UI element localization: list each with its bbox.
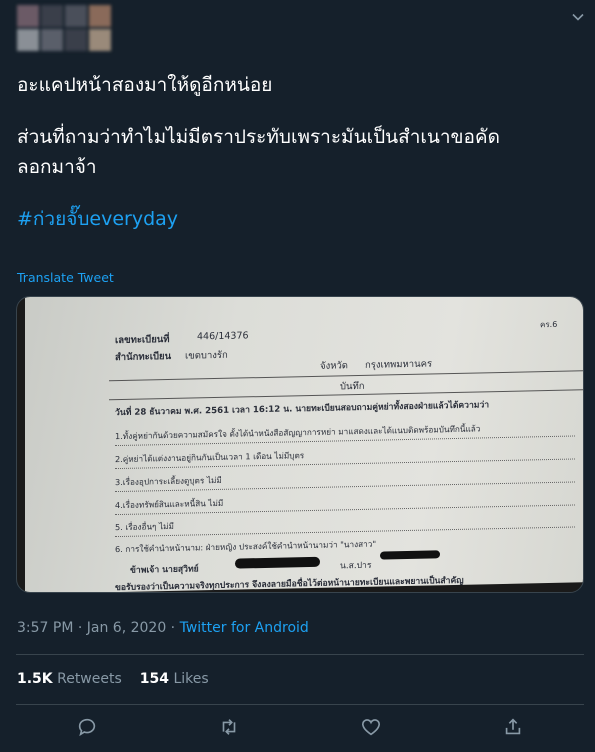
doc-signer-line: ข้าพเจ้า นายสุวิทย์ <box>130 564 199 576</box>
share-icon[interactable] <box>502 716 528 742</box>
doc-item-2: 2.คู่หย่าได้แต่งงานอยู่กินกันเป็นเวลา 1 … <box>115 450 305 465</box>
blurred-user-header[interactable] <box>16 4 128 52</box>
retweets-stat[interactable]: 1.5K Retweets <box>17 671 122 687</box>
likes-label: Likes <box>173 671 209 687</box>
redaction-scribble <box>235 556 320 569</box>
doc-province-label: จังหวัด <box>320 360 348 372</box>
doc-item-5: 5. เรื่องอื่นๆ ไม่มี <box>115 520 174 533</box>
document-photo: เลขทะเบียนที่ 446/14376 คร.6 สำนักทะเบีย… <box>25 297 583 592</box>
doc-reg-label: เลขทะเบียนที่ <box>115 333 170 347</box>
doc-item-3: 3.เรื่องอุปการะเลี้ยงดูบุตร ไม่มี <box>115 474 222 488</box>
likes-count: 154 <box>139 671 170 687</box>
tweet-text: อะแคปหน้าสองมาให้ดูอีกหน่อย ส่วนที่ถามว่… <box>17 70 577 234</box>
heart-icon[interactable] <box>360 716 386 742</box>
chevron-down-icon[interactable] <box>568 10 588 30</box>
doc-record-heading: บันทึก <box>340 380 365 393</box>
tweet-source-link[interactable]: Twitter for Android <box>180 620 309 636</box>
tweet-line-2: ส่วนที่ถามว่าทำไมไม่มีตราประทับเพราะมันเ… <box>17 126 500 148</box>
doc-item-1: 1.ทั้งคู่หย่ากันด้วยความสมัครใจ ตั้งได้น… <box>115 423 481 442</box>
tweet-stats: 1.5K Retweets 154 Likes <box>17 671 209 687</box>
translate-tweet-link[interactable]: Translate Tweet <box>17 270 114 285</box>
likes-stat[interactable]: 154 Likes <box>140 671 209 687</box>
tweet-meta: 3:57 PM · Jan 6, 2020 · Twitter for Andr… <box>17 620 309 636</box>
tweet-line-3: ลอกมาจ้า <box>17 156 97 178</box>
doc-province: กรุงเทพมหานคร <box>365 358 433 371</box>
retweets-label: Retweets <box>57 671 122 687</box>
doc-form-code: คร.6 <box>540 319 558 330</box>
doc-signer-line-2: น.ส.ปาร <box>340 560 372 572</box>
divider <box>16 654 584 655</box>
doc-office-label: สำนักทะเบียน <box>115 350 172 364</box>
doc-office: เขตบางรัก <box>185 349 228 362</box>
hashtag-link[interactable]: #ก่วยจั๊บeveryday <box>17 204 577 234</box>
reply-icon[interactable] <box>76 716 102 742</box>
divider <box>16 704 584 705</box>
tweet-actions <box>0 716 595 746</box>
doc-reg-no: 446/14376 <box>197 330 249 343</box>
retweet-icon[interactable] <box>218 716 244 742</box>
tweet-line-1: อะแคปหน้าสองมาให้ดูอีกหน่อย <box>17 74 273 96</box>
doc-item-6: 6. การใช้คำนำหน้านาม: ฝ่ายหญิง ประสงค์ใช… <box>115 538 377 555</box>
doc-date-line: วันที่ 28 ธันวาคม พ.ศ. 2561 เวลา 16:12 น… <box>115 400 490 419</box>
tweet-media-image[interactable]: เลขทะเบียนที่ 446/14376 คร.6 สำนักทะเบีย… <box>16 296 584 593</box>
tweet-timestamp[interactable]: 3:57 PM · Jan 6, 2020 · <box>17 620 180 636</box>
retweets-count: 1.5K <box>17 671 53 687</box>
doc-item-4: 4.เรื่องทรัพย์สินและหนี้สิน ไม่มี <box>115 497 224 511</box>
redaction-scribble-2 <box>380 550 440 560</box>
